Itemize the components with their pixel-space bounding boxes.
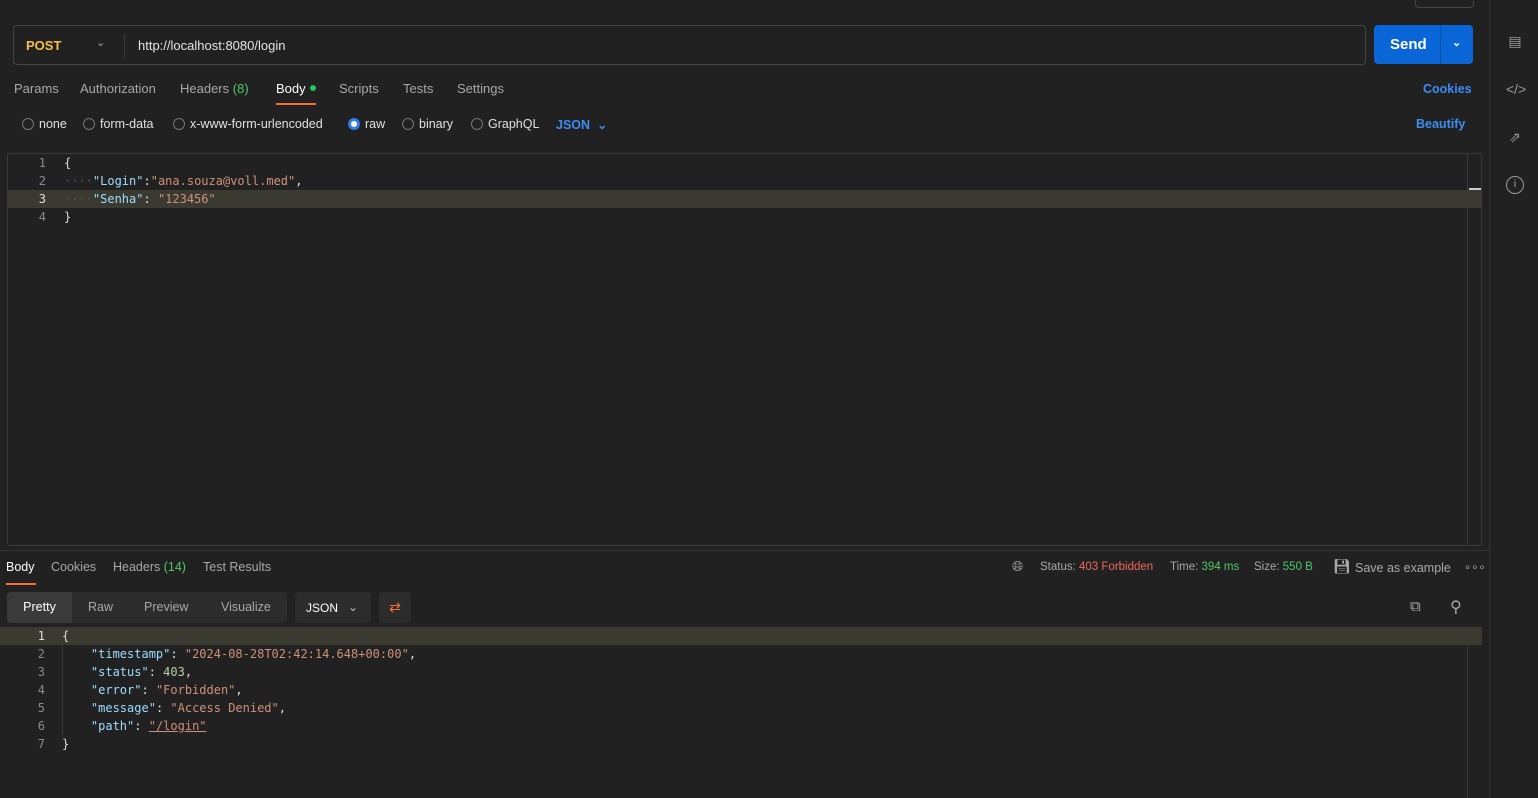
radio-urlencoded[interactable]: x-www-form-urlencoded [173, 117, 323, 131]
mode-pretty[interactable]: Pretty [7, 592, 72, 623]
save-as-example-button[interactable]: Save as example [1355, 561, 1451, 575]
status-readout[interactable]: Status: 403 Forbidden [1040, 561, 1153, 573]
language-select[interactable]: JSON ⌄ [556, 117, 607, 132]
wrap-lines-icon[interactable]: ⇄ [379, 592, 411, 623]
mode-preview[interactable]: Preview [144, 592, 188, 623]
modified-dot [309, 85, 316, 91]
scrollbar[interactable] [1467, 154, 1468, 545]
response-tab-test-results[interactable]: Test Results [203, 560, 271, 574]
chevron-down-icon[interactable]: ⌄ [1452, 36, 1461, 49]
code-line: 2 "timestamp": "2024-08-28T02:42:14.648+… [37, 647, 417, 661]
tab-params[interactable]: Params [14, 81, 59, 96]
tab-headers[interactable]: Headers (8) [180, 81, 249, 96]
radio-none[interactable]: none [22, 117, 67, 131]
request-body-editor[interactable]: 1{ 2 ····"Login":"ana.souza@voll.med", 3 ·… [7, 153, 1482, 546]
response-body-viewer[interactable]: 1{ 2 "timestamp": "2024-08-28T02:42:14.6… [0, 627, 1482, 798]
related-collections-icon[interactable]: ⇗ [1506, 128, 1524, 146]
code-icon[interactable]: </> [1506, 80, 1526, 98]
time-readout[interactable]: Time: 394 ms [1170, 561, 1239, 573]
code-line: 4 "error": "Forbidden", [37, 683, 243, 697]
code-line-active: 1{ [0, 627, 1482, 645]
code-line: 3 "status": 403, [37, 665, 193, 679]
size-readout[interactable]: Size: 550 B [1254, 561, 1313, 573]
radio-form-data[interactable]: form-data [83, 117, 154, 131]
right-sidebar: ▤ </> ⇗ i [1489, 0, 1538, 798]
active-tab-indicator [276, 103, 316, 105]
tab-scripts[interactable]: Scripts [339, 81, 379, 96]
code-line: 4} [38, 210, 72, 224]
more-options-icon[interactable]: ∘∘∘ [1464, 560, 1486, 574]
code-line: 7} [37, 737, 70, 751]
chevron-down-icon[interactable]: ⌄ [96, 36, 105, 49]
format-select[interactable]: JSON ⌄ [295, 592, 371, 623]
code-line: 2 ····"Login":"ana.souza@voll.med", [38, 174, 303, 188]
info-icon[interactable]: i [1506, 176, 1524, 194]
response-tab-headers[interactable]: Headers (14) [113, 560, 186, 574]
view-mode-tabs: Pretty Raw Preview Visualize [7, 592, 287, 623]
send-label: Send [1390, 36, 1427, 53]
response-tab-body[interactable]: Body [6, 560, 35, 574]
scrollbar[interactable] [1467, 627, 1468, 798]
path-link[interactable]: "/login" [149, 719, 207, 733]
chevron-down-icon: ⌄ [348, 600, 359, 614]
beautify-button[interactable]: Beautify [1416, 117, 1465, 131]
url-input[interactable]: http://localhost:8080/login [138, 38, 285, 53]
top-button[interactable] [1415, 0, 1474, 8]
method-select[interactable]: POST [26, 38, 61, 53]
tab-body[interactable]: Body [276, 81, 316, 96]
response-tab-cookies[interactable]: Cookies [51, 560, 96, 574]
tab-authorization[interactable]: Authorization [80, 81, 156, 96]
save-icon: 💾︎ [1333, 558, 1351, 574]
divider [0, 550, 1489, 551]
send-button[interactable]: Send ⌄ [1374, 25, 1473, 64]
tab-settings[interactable]: Settings [457, 81, 504, 96]
search-icon[interactable]: ⚲ [1450, 597, 1462, 617]
code-line: 6 "path": "/login" [37, 719, 207, 733]
tab-tests[interactable]: Tests [403, 81, 433, 96]
comments-icon[interactable]: ▤ [1506, 32, 1524, 50]
globe-icon[interactable]: 🌐︎ [1012, 558, 1023, 575]
copy-icon[interactable]: ⧉ [1410, 598, 1421, 615]
code-line: 5 "message": "Access Denied", [37, 701, 286, 715]
radio-raw[interactable]: raw [348, 117, 385, 131]
url-bar: POST ⌄ http://localhost:8080/login [13, 25, 1366, 65]
mode-raw[interactable]: Raw [88, 592, 113, 623]
divider [124, 34, 125, 58]
cookies-link[interactable]: Cookies [1423, 82, 1472, 96]
radio-binary[interactable]: binary [402, 117, 453, 131]
mode-visualize[interactable]: Visualize [221, 592, 271, 623]
code-line: 1{ [38, 156, 72, 170]
code-line-active: 3 ····"Senha": "123456" [8, 190, 1481, 208]
radio-graphql[interactable]: GraphQL [471, 117, 539, 131]
scroll-marker [1469, 188, 1481, 190]
active-tab-indicator [6, 583, 36, 585]
